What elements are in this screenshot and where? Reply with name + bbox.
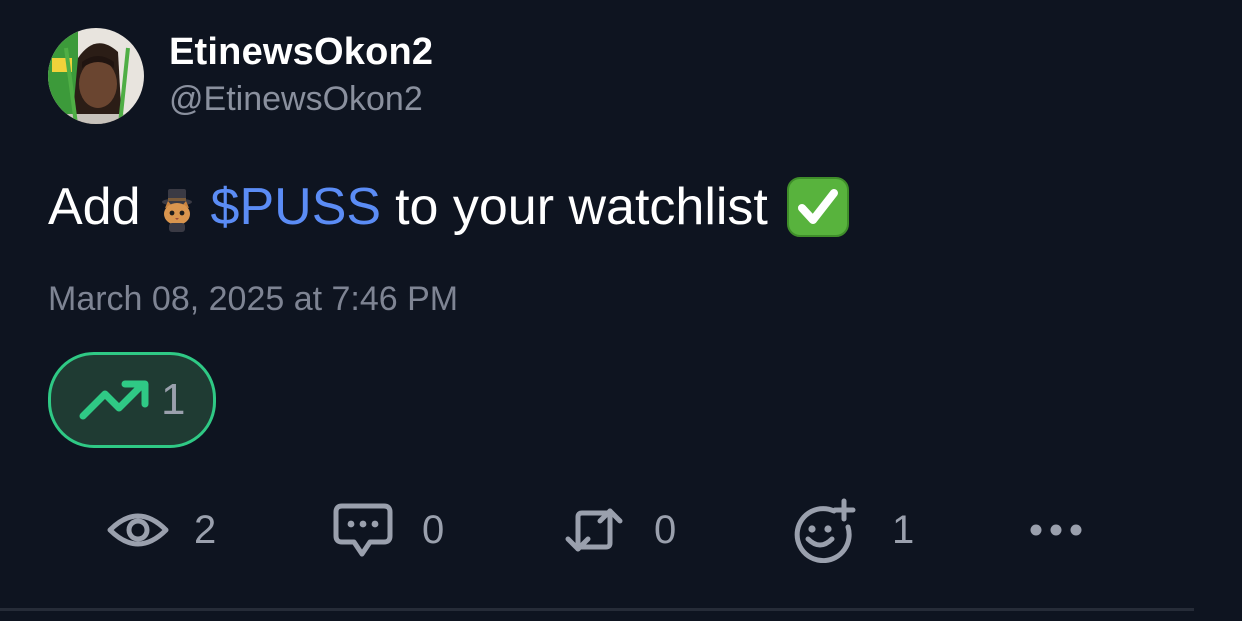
- repost-button[interactable]: 0: [562, 490, 676, 570]
- repost-icon: [565, 508, 623, 552]
- eye-icon: [107, 513, 169, 547]
- cashtag-link[interactable]: $PUSS: [211, 176, 382, 238]
- post-text-suffix: to your watchlist: [395, 178, 768, 236]
- action-bar: 2 0 0 1: [0, 490, 1242, 570]
- post-text-prefix: Add: [48, 178, 141, 236]
- post-timestamp: March 08, 2025 at 7:46 PM: [48, 280, 459, 318]
- cat-emoji-icon: [157, 184, 197, 232]
- trending-up-icon: [79, 380, 149, 420]
- post-text: Add $PUSS to your watchlist: [48, 176, 850, 238]
- check-mark-emoji-icon: [786, 176, 850, 238]
- comment-icon: [333, 503, 393, 557]
- views-count: 2: [194, 507, 217, 552]
- add-reaction-icon: [794, 498, 856, 563]
- more-icon: [1030, 524, 1082, 536]
- comments-count: 0: [422, 507, 445, 552]
- reposts-count: 0: [654, 507, 677, 552]
- add-reaction-button[interactable]: 1: [790, 490, 914, 570]
- trend-count: 1: [161, 375, 186, 424]
- post-card: EtinewsOkon2 @EtinewsOkon2 Add $PUSS to …: [0, 0, 1242, 621]
- author-display-name[interactable]: EtinewsOkon2: [169, 31, 433, 74]
- more-options-button[interactable]: [1028, 490, 1084, 570]
- reactions-count: 1: [892, 507, 915, 552]
- avatar[interactable]: [48, 28, 144, 124]
- comments-button[interactable]: 0: [332, 490, 444, 570]
- divider: [0, 608, 1194, 611]
- views-button[interactable]: 2: [106, 490, 216, 570]
- trend-pill-button[interactable]: 1: [48, 352, 216, 448]
- author-handle[interactable]: @EtinewsOkon2: [169, 80, 423, 119]
